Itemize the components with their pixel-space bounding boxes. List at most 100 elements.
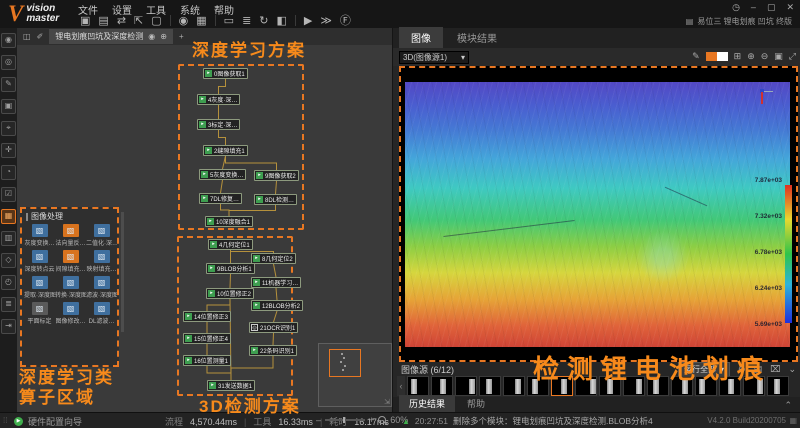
tab-模块结果[interactable]: 模块结果 xyxy=(445,27,509,48)
zoom-minus-icon[interactable]: – xyxy=(316,415,321,425)
flow-canvas[interactable]: ◫ ✐ 锂电划痕凹坑及深度检测 ◉ ⊕ + ▸ 0图像获取1 ▸ 4灰度·深… ▸ 3标定… xyxy=(17,28,392,412)
collapse-strip-icon[interactable]: ⌄ xyxy=(788,364,796,375)
minimap-viewport[interactable] xyxy=(329,349,361,377)
tab-历史结果[interactable]: 历史结果 xyxy=(399,395,456,412)
color-swatch[interactable] xyxy=(705,52,728,61)
compare-icon[interactable]: ◧ xyxy=(277,14,287,27)
tool-transform-icon[interactable]: ✛ xyxy=(1,143,16,158)
tab-图像[interactable]: 图像 xyxy=(399,27,443,48)
image-thumbnail[interactable] xyxy=(431,376,453,396)
zoom-slider[interactable] xyxy=(325,417,366,423)
flow-node-m22[interactable]: ▸ 22条码识别1 xyxy=(249,345,298,356)
flow-node-n10[interactable]: ▸ 10深度融合1 xyxy=(205,216,254,227)
zoom-slider-handle[interactable] xyxy=(343,417,346,423)
frame-icon[interactable]: Ⓕ xyxy=(340,12,351,28)
operator-item[interactable]: ▧ 间隙填充… xyxy=(55,250,86,273)
flow-node-n5[interactable]: ▸ 5灰度变换… xyxy=(199,169,247,180)
zoom-out-icon[interactable]: ⊖ xyxy=(761,51,769,62)
tool-measure-icon[interactable]: ◇ xyxy=(1,253,16,268)
flow-node-n0[interactable]: ▸ 0图像获取1 xyxy=(203,68,248,79)
minimap-resize-icon[interactable]: ⇲ xyxy=(384,398,390,406)
image-thumbnail[interactable] xyxy=(503,376,525,396)
accent-swatch[interactable] xyxy=(705,52,717,61)
operator-item[interactable]: ▧ 二值化·深… xyxy=(86,224,117,247)
run-icon[interactable]: ▶ xyxy=(304,14,312,27)
operator-item[interactable]: ▧ 法向量反… xyxy=(55,224,86,247)
image-thumbnail[interactable] xyxy=(407,376,429,396)
delete-image-button[interactable]: ⌧ xyxy=(770,364,780,375)
tool-camera-icon[interactable]: ◉ xyxy=(1,33,16,48)
tool-history-icon[interactable]: ◴ xyxy=(1,275,16,290)
flow-node-n8[interactable]: ▸ 8DL检测… xyxy=(254,194,298,205)
flow-node-m4[interactable]: ▸ 4几何定位1 xyxy=(208,239,253,250)
camera-icon[interactable]: ◉ xyxy=(179,14,189,27)
latest-log-entry[interactable]: ▲ 20:27:51 删除多个模块：锂电划痕凹坑及深度检测.BLOB分析4 xyxy=(402,415,653,427)
flow-node-m16[interactable]: ▸ 16位置测量1 xyxy=(183,355,232,366)
operator-item[interactable]: ▧ 滤波·深度图 xyxy=(86,276,117,299)
flow-node-n4[interactable]: ▸ 4灰度·深… xyxy=(197,94,241,105)
image-source-select[interactable]: 3D(图像源1) ▾ xyxy=(399,51,469,64)
tool-capture-icon[interactable]: ⌖ xyxy=(1,121,16,136)
image-thumbnail[interactable] xyxy=(479,376,501,396)
zoom-in-icon[interactable]: ⊕ xyxy=(747,51,755,62)
operator-scrollbar[interactable] xyxy=(121,212,124,332)
refresh-icon[interactable]: ↻ xyxy=(259,14,268,27)
flow-node-m11[interactable]: ▸ 11机器学习… xyxy=(251,277,302,288)
tool-chart-icon[interactable]: ▥ xyxy=(1,231,16,246)
flow-node-m14[interactable]: ▸ 14位置修正3 xyxy=(183,311,232,322)
flow-node-m9[interactable]: ▸ 9BLOB分析1 xyxy=(206,263,255,274)
flow-node-n3[interactable]: ▸ 3标定·深… xyxy=(197,119,241,130)
flow-node-m10[interactable]: ▸ 10位置修正2 xyxy=(206,288,255,299)
save-icon[interactable]: ▣ xyxy=(80,14,90,27)
tool-target-icon[interactable]: ◎ xyxy=(1,55,16,70)
flow-node-m12[interactable]: ▸ 12BLOB分析2 xyxy=(251,300,304,311)
step-icon[interactable]: ≫ xyxy=(320,14,332,27)
tool-color-icon[interactable]: ◔ xyxy=(1,165,16,180)
fullscreen-icon[interactable]: ⤢ xyxy=(789,51,796,62)
zoom-plus-icon[interactable]: + xyxy=(369,415,374,425)
operator-item[interactable]: ▧ 深度转点云 xyxy=(24,250,55,273)
tool-deep-learning-icon[interactable]: ▦ xyxy=(1,209,16,224)
operator-item[interactable]: ▧ 图像修改… xyxy=(55,302,86,325)
operator-item[interactable]: ▧ 平面标定 xyxy=(24,302,55,325)
image-thumbnail[interactable] xyxy=(455,376,477,396)
flow-minimap[interactable]: ⇲ xyxy=(318,343,392,407)
flow-node-n7[interactable]: ▸ 7DL修复… xyxy=(199,193,243,204)
operator-item[interactable]: ▧ 转换·深度图 xyxy=(55,276,86,299)
one-to-one-icon[interactable]: ▣ xyxy=(774,51,783,62)
restore-button[interactable]: ▢ xyxy=(767,2,776,13)
open-icon[interactable]: ▤ xyxy=(98,14,108,27)
list-icon[interactable]: ≣ xyxy=(242,14,251,27)
tab-帮助[interactable]: 帮助 xyxy=(457,395,495,412)
strip-scroll-left-button[interactable]: ‹ xyxy=(397,376,405,396)
import-icon[interactable]: ⇄ xyxy=(117,14,126,27)
tool-check-icon[interactable]: ☑ xyxy=(1,187,16,202)
statusbar-menu-icon[interactable]: ▦ xyxy=(789,416,797,425)
minimize-button[interactable]: – xyxy=(751,2,756,13)
flow-node-m21[interactable]: ◎ 21OCR识别1 xyxy=(249,322,299,333)
operator-item[interactable]: ▧ 映射填充… xyxy=(86,250,117,273)
operator-item[interactable]: ▧ 灰度变换… xyxy=(24,224,55,247)
tool-output-icon[interactable]: ⇥ xyxy=(1,319,16,334)
operator-item[interactable]: ▧ DL滤波… xyxy=(86,302,117,325)
operator-item[interactable]: ▧ 提取·深度图 xyxy=(24,276,55,299)
flow-node-m31[interactable]: ▸ 31发送数据1 xyxy=(207,380,256,391)
tool-list-icon[interactable]: ≣ xyxy=(1,297,16,312)
flow-node-n9[interactable]: ▸ 9图像获取2 xyxy=(254,170,299,181)
white-swatch[interactable] xyxy=(716,52,728,61)
close-button[interactable]: ✕ xyxy=(786,2,794,13)
card-icon[interactable]: ▭ xyxy=(224,14,234,27)
window-icon[interactable]: ▢ xyxy=(151,14,161,27)
fit-view-icon[interactable]: ⊞ xyxy=(734,51,742,62)
tool-edit-icon[interactable]: ✎ xyxy=(1,77,16,92)
grid-icon[interactable]: ▦ xyxy=(196,14,206,27)
export-icon[interactable]: ⇱ xyxy=(134,14,143,27)
tool-layers-icon[interactable]: ▣ xyxy=(1,99,16,114)
flow-node-m15[interactable]: ▸ 15位置修正4 xyxy=(183,333,232,344)
expand-results-icon[interactable]: ⌃ xyxy=(784,400,792,411)
depth-image-viewer[interactable]: 7.87e+03 7.32e+03 6.78e+03 6.24e+03 5.69e+03 xyxy=(399,66,798,362)
flow-node-m8[interactable]: ▸ 8几何定位2 xyxy=(251,253,296,264)
pencil-icon[interactable]: ✎ xyxy=(692,51,700,62)
flow-node-n2[interactable]: ▸ 2缝隙填充1 xyxy=(203,145,248,156)
hardware-wizard[interactable]: ▶ 硬件配置向导 xyxy=(14,415,82,428)
